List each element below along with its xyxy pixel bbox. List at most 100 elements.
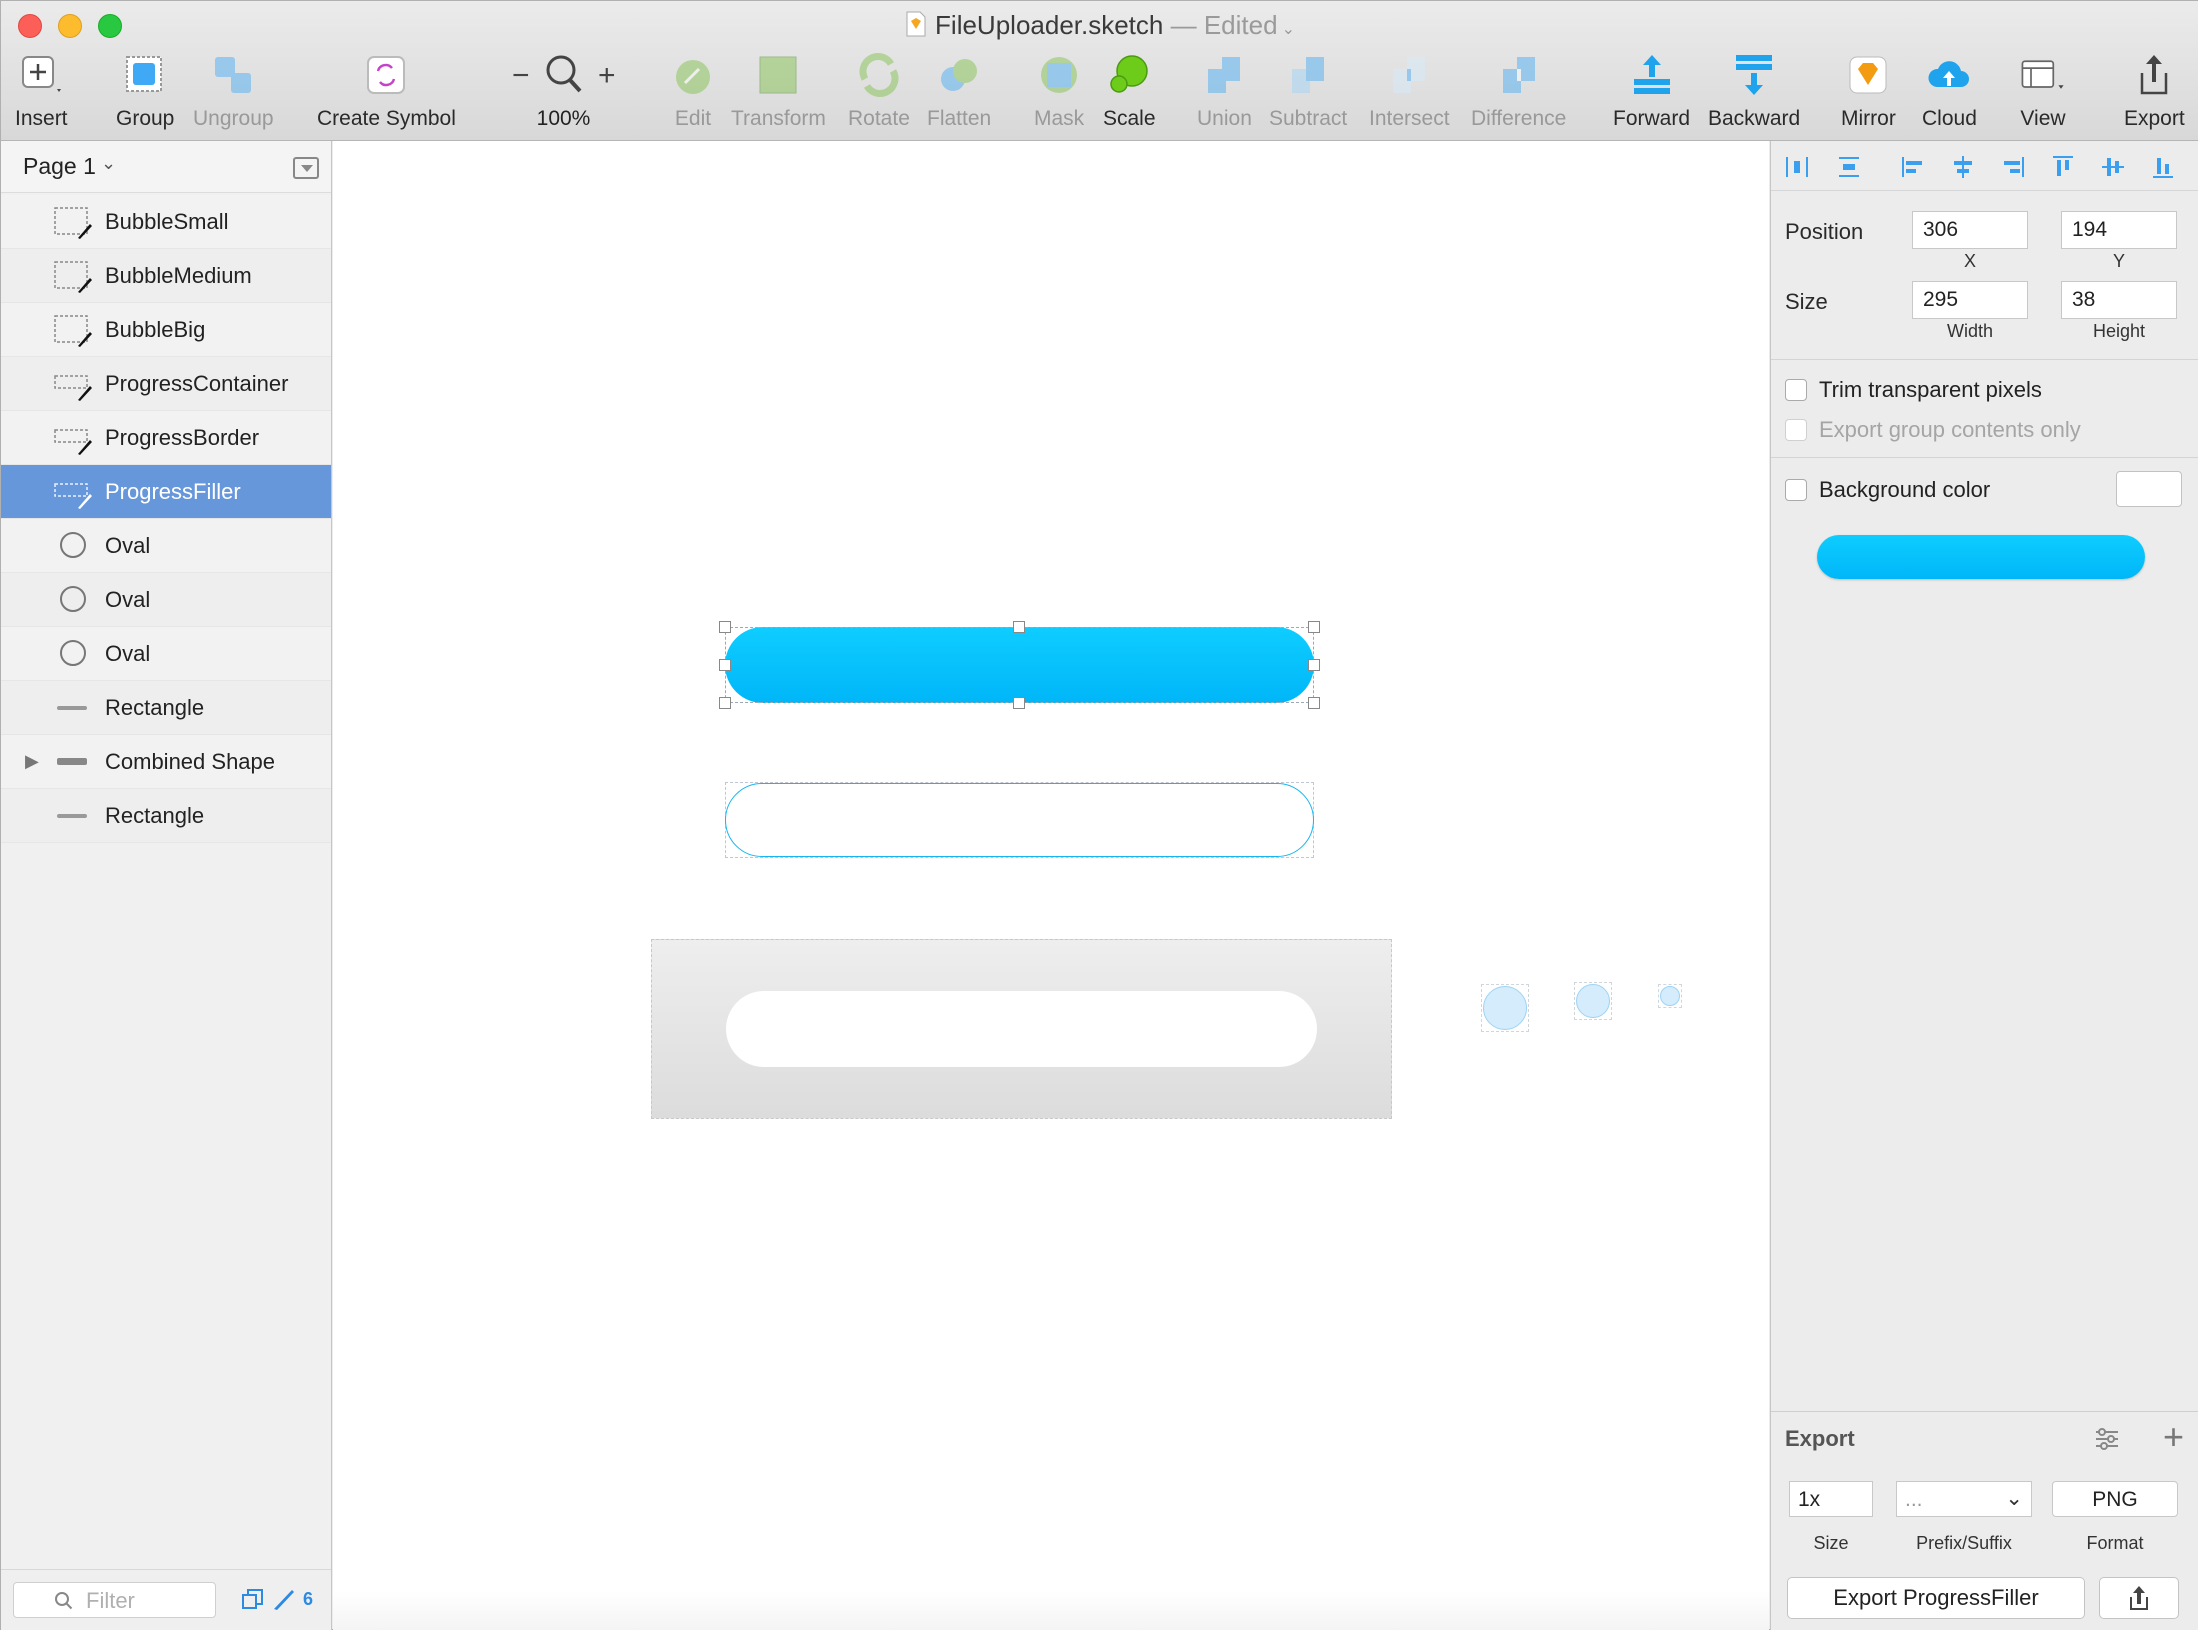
oval-icon [53, 583, 93, 617]
align-middle-icon[interactable] [2099, 153, 2127, 181]
layer-row[interactable]: Rectangle [1, 681, 331, 735]
layer-row[interactable]: ▶ Combined Shape [1, 735, 331, 789]
backward-label: Backward [1708, 107, 1801, 130]
progress-border-shape[interactable] [725, 783, 1314, 857]
layer-row[interactable]: ProgressContainer [1, 357, 331, 411]
layers-filter-icon[interactable] [241, 1587, 265, 1611]
union-button[interactable]: Union [1197, 51, 1252, 137]
export-group-contents-checkbox[interactable] [1785, 419, 1807, 441]
canvas[interactable] [333, 141, 1769, 1630]
zoom-out-button[interactable]: − [512, 59, 530, 93]
filter-bar: Filter 6 [1, 1569, 331, 1630]
export-prefix-select[interactable]: ... ⌄ [1896, 1481, 2032, 1517]
flatten-button[interactable]: Flatten [927, 51, 991, 137]
layer-row[interactable]: BubbleBig [1, 303, 331, 357]
resize-handle-left[interactable] [719, 659, 731, 671]
distribute-horizontal-icon[interactable] [1783, 153, 1811, 181]
width-caption: Width [1946, 321, 1993, 341]
create-symbol-button[interactable]: Create Symbol [317, 51, 456, 137]
view-button[interactable]: View [2019, 51, 2067, 137]
resize-handle-bottom-left[interactable] [719, 697, 731, 709]
selection-box [725, 627, 1314, 703]
layer-row[interactable]: Oval [1, 519, 331, 573]
layer-label: Oval [105, 641, 151, 666]
bubble-small-shape[interactable] [1660, 986, 1680, 1006]
cloud-icon [1925, 51, 1973, 99]
resize-handle-bottom-right[interactable] [1308, 697, 1320, 709]
resize-handle-top-right[interactable] [1308, 621, 1320, 633]
position-x-field[interactable]: 306 [1912, 211, 2028, 249]
ungroup-icon [209, 51, 257, 99]
view-label: View [2020, 107, 2066, 130]
export-format-select[interactable]: PNG [2052, 1481, 2178, 1517]
background-color-well[interactable] [2116, 471, 2182, 507]
bubble-medium-shape[interactable] [1576, 984, 1610, 1018]
scale-button[interactable]: Scale [1103, 51, 1156, 137]
divider [1771, 359, 2198, 360]
share-export-button[interactable] [2099, 1577, 2179, 1619]
export-slice-button[interactable]: Export ProgressFiller [1787, 1577, 2085, 1619]
collapse-pages-icon[interactable] [293, 157, 319, 179]
union-icon [1200, 51, 1248, 99]
align-right-icon[interactable] [1999, 153, 2027, 181]
transform-label: Transform [731, 107, 826, 130]
position-y-field[interactable]: 194 [2061, 211, 2177, 249]
rotate-button[interactable]: Rotate [848, 51, 910, 137]
export-options-icon[interactable] [2094, 1428, 2120, 1450]
layer-label: Rectangle [105, 695, 205, 720]
zoom-in-button[interactable]: + [598, 59, 616, 93]
background-color-checkbox[interactable] [1785, 479, 1807, 501]
mask-button[interactable]: Mask [1034, 51, 1084, 137]
difference-button[interactable]: Difference [1471, 51, 1566, 137]
slice-filter-icon[interactable] [271, 1586, 297, 1612]
align-center-icon[interactable] [1949, 153, 1977, 181]
bubble-big-shape[interactable] [1483, 986, 1527, 1030]
filter-input[interactable]: Filter [13, 1582, 216, 1618]
layer-row[interactable]: Oval [1, 573, 331, 627]
transform-button[interactable]: Transform [731, 51, 826, 137]
rotate-icon [855, 51, 903, 99]
width-field[interactable]: 295 [1912, 281, 2028, 319]
trim-transparent-checkbox[interactable] [1785, 379, 1807, 401]
export-size-field[interactable]: 1x [1789, 1481, 1873, 1517]
layer-row[interactable]: BubbleMedium [1, 249, 331, 303]
disclosure-triangle-icon[interactable]: ▶ [25, 751, 39, 772]
chevron-down-icon: ⌄ [1281, 21, 1295, 38]
height-field[interactable]: 38 [2061, 281, 2177, 319]
intersect-button[interactable]: Intersect [1369, 51, 1450, 137]
resize-handle-top[interactable] [1013, 621, 1025, 633]
export-group-contents-label: Export group contents only [1819, 417, 2081, 442]
ungroup-button[interactable]: Ungroup [193, 51, 274, 137]
resize-handle-right[interactable] [1308, 659, 1320, 671]
layer-row[interactable]: ProgressFiller [1, 465, 331, 519]
distribute-vertical-icon[interactable] [1835, 153, 1863, 181]
align-top-icon[interactable] [2049, 153, 2077, 181]
export-toolbar-button[interactable]: Export [2124, 51, 2185, 137]
group-button[interactable]: Group [116, 51, 174, 137]
insert-button[interactable]: Insert [15, 51, 68, 137]
x-caption: X [1963, 251, 1976, 271]
backward-button[interactable]: Backward [1708, 51, 1800, 137]
subtract-button[interactable]: Subtract [1269, 51, 1347, 137]
page-selector[interactable]: Page 1 ⌄ [1, 141, 331, 193]
scale-label: Scale [1103, 107, 1156, 130]
layer-row[interactable]: Oval [1, 627, 331, 681]
add-export-icon[interactable]: + [2163, 1416, 2184, 1458]
cloud-button[interactable]: Cloud [1922, 51, 1977, 137]
layer-label: Rectangle [105, 803, 205, 828]
layer-row[interactable]: Rectangle [1, 789, 331, 843]
forward-button[interactable]: Forward [1613, 51, 1690, 137]
resize-handle-bottom[interactable] [1013, 697, 1025, 709]
layer-row[interactable]: ProgressBorder [1, 411, 331, 465]
layer-label: BubbleSmall [105, 209, 229, 234]
align-bottom-icon[interactable] [2149, 153, 2177, 181]
mirror-button[interactable]: Mirror [1841, 51, 1896, 137]
resize-handle-top-left[interactable] [719, 621, 731, 633]
progress-container-track[interactable] [726, 991, 1317, 1067]
inspector-panel: Position 306 194 X Y Size 295 38 Width H… [1770, 141, 2198, 1630]
align-left-icon[interactable] [1899, 153, 1927, 181]
mirror-label: Mirror [1841, 107, 1896, 130]
layer-row[interactable]: BubbleSmall [1, 195, 331, 249]
edit-button[interactable]: Edit [669, 51, 717, 137]
document-title[interactable]: FileUploader.sketch — Edited ⌄ [1, 10, 2198, 41]
